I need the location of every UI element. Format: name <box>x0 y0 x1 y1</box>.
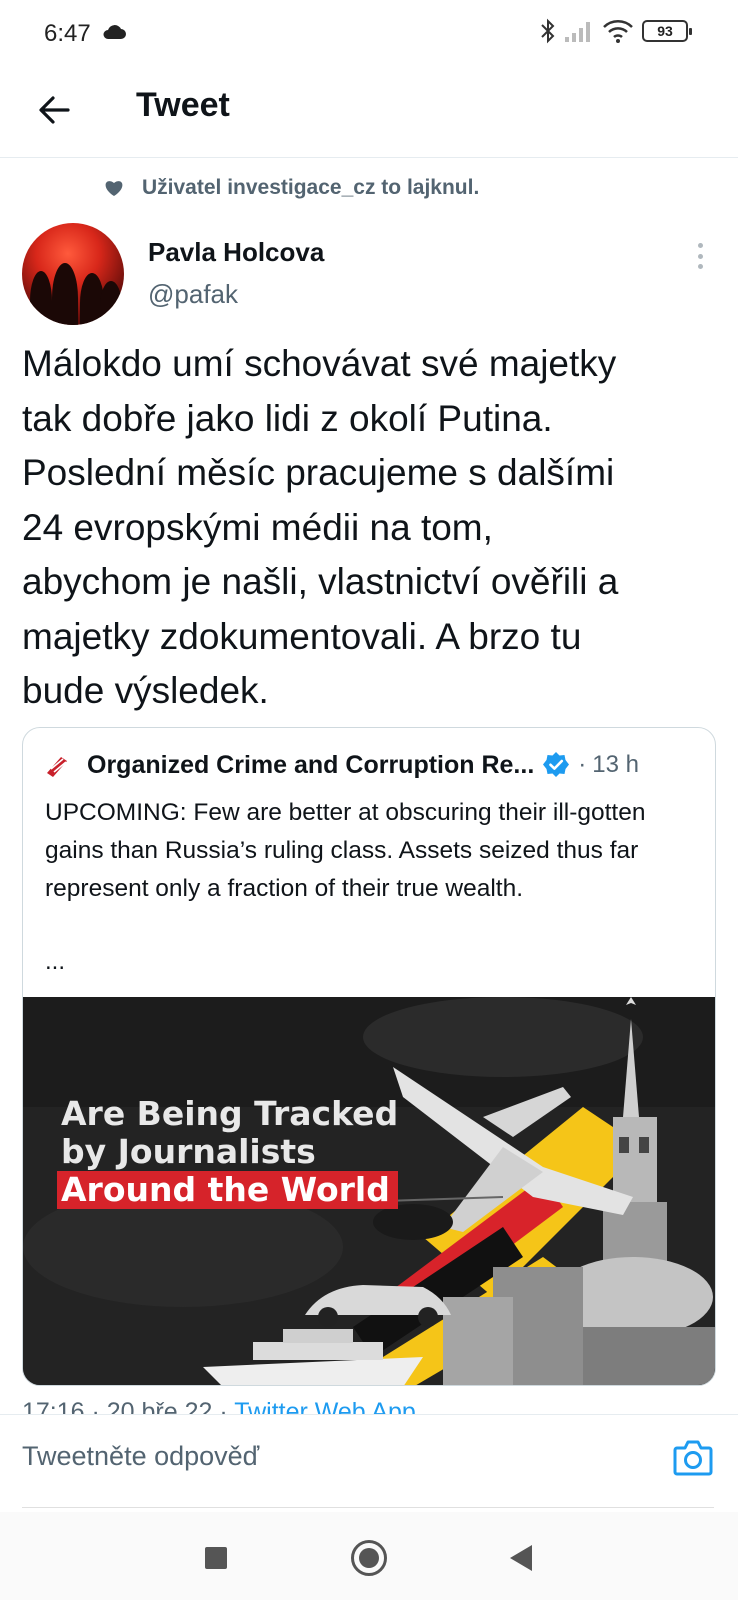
bluetooth-icon <box>541 18 555 44</box>
status-time: 6:47 <box>44 20 91 47</box>
social-context-text: Uživatel investigace_cz to lajknul. <box>142 176 480 199</box>
more-options-button[interactable] <box>688 240 712 272</box>
tweet-text: Málokdo umí schovávat své majetky tak do… <box>22 343 619 711</box>
back-triangle-icon[interactable] <box>510 1545 532 1571</box>
app-header: Tweet <box>0 66 738 158</box>
camera-icon[interactable] <box>672 1437 714 1477</box>
image-headline-line-2: by Journalists <box>61 1132 316 1171</box>
back-button[interactable] <box>32 88 76 132</box>
wifi-icon <box>603 20 633 43</box>
dot-icon <box>697 253 703 259</box>
quote-image[interactable]: Are Being Tracked by Journalists Around … <box>23 997 715 1385</box>
author-name[interactable]: Pavla Holcova <box>148 237 324 268</box>
author-handle[interactable]: @pafak <box>148 279 238 310</box>
quote-text: UPCOMING: Few are better at obscuring th… <box>45 799 646 902</box>
verified-badge-icon <box>543 752 570 777</box>
quote-header: Organized Crime and Corruption Re... · 1… <box>43 748 703 782</box>
home-circle-icon[interactable] <box>351 1540 387 1576</box>
status-icons: 93 <box>540 18 692 44</box>
system-nav-bar <box>0 1512 738 1600</box>
social-context[interactable]: Uživatel investigace_cz to lajknul. <box>104 176 479 200</box>
signal-icon <box>565 22 590 42</box>
heart-icon <box>105 181 123 196</box>
cloud-icon <box>103 25 126 39</box>
recents-square-icon[interactable] <box>205 1547 227 1569</box>
battery-level: 93 <box>657 23 673 39</box>
reply-bar: Tweetněte odpověď <box>0 1414 738 1508</box>
quote-separator: · <box>578 751 587 778</box>
quote-ellipsis: ... <box>45 948 66 975</box>
image-headline-line-1: Are Being Tracked <box>61 1094 399 1133</box>
quote-time: 13 h <box>592 751 639 778</box>
status-bar: 6:47 93 <box>0 0 738 66</box>
quote-author-name: Organized Crime and Corruption Re... <box>87 750 535 779</box>
image-headline-line-3: Around the World <box>57 1171 398 1209</box>
image-headline: Are Being Tracked by Journalists Around … <box>57 1094 399 1209</box>
occrp-logo-icon <box>47 756 69 777</box>
quoted-tweet[interactable]: Organized Crime and Corruption Re... · 1… <box>22 727 716 1386</box>
page-title: Tweet <box>136 86 230 124</box>
dot-icon <box>697 264 703 269</box>
reply-input[interactable]: Tweetněte odpověď <box>22 1441 259 1472</box>
dot-icon <box>697 243 703 248</box>
arrow-left-icon <box>39 96 70 124</box>
avatar[interactable] <box>22 223 124 325</box>
battery-icon: 93 <box>642 20 692 42</box>
reply-divider <box>22 1507 714 1508</box>
